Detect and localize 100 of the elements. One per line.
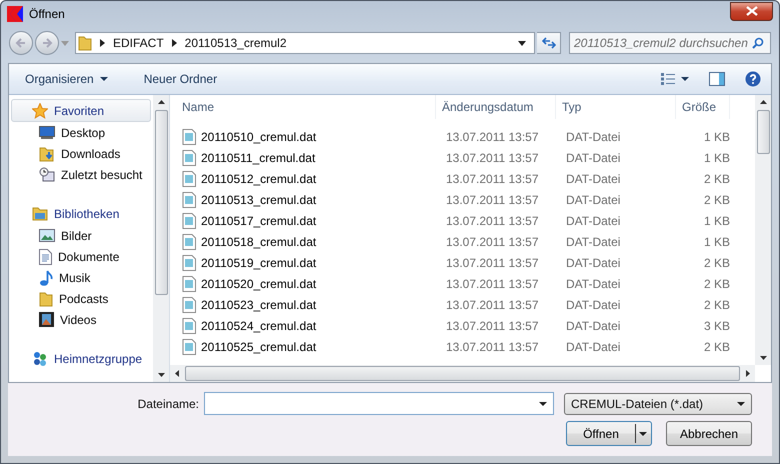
- window-title: Öffnen: [29, 7, 65, 21]
- table-cell-text: DAT-Datei: [565, 234, 622, 248]
- refresh-button[interactable]: [537, 32, 561, 54]
- scroll-arrow-icon[interactable]: [158, 99, 164, 106]
- file-name[interactable]: 20110512_cremul.dat: [201, 172, 316, 186]
- filename-field[interactable]: [204, 392, 554, 415]
- sidebar-item[interactable]: Dokumente: [9, 246, 153, 267]
- file-icon: [182, 338, 196, 354]
- table-cell-text: 13.07.2011 13:57: [445, 318, 540, 332]
- homegroup-icon: [32, 350, 48, 366]
- table-cell-text: 13.07.2011 13:57: [445, 214, 540, 228]
- sidebar-item[interactable]: Bibliotheken: [11, 202, 151, 225]
- filename-label: Dateiname:: [138, 396, 199, 410]
- close-button[interactable]: [730, 2, 773, 20]
- scrollbar-thumb[interactable]: [185, 366, 740, 381]
- sidebar-item[interactable]: Videos: [9, 309, 153, 330]
- file-name[interactable]: 20110518_cremul.dat: [201, 234, 316, 248]
- library-folder-icon: [32, 206, 48, 220]
- table-cell-text: 13.07.2011 13:57: [445, 276, 540, 290]
- scroll-arrow-icon[interactable]: [174, 370, 181, 377]
- breadcrumb[interactable]: EDIFACT: [113, 36, 164, 50]
- table-cell-text: 2 KB: [702, 340, 730, 354]
- file-name[interactable]: 20110523_cremul.dat: [201, 298, 316, 312]
- scroll-arrow-icon[interactable]: [744, 370, 751, 377]
- column-header[interactable]: Größe: [676, 95, 730, 119]
- file-name[interactable]: 20110513_cremul.dat: [201, 192, 316, 206]
- download-folder-icon: [39, 146, 55, 162]
- table-cell-text: 2 KB: [702, 256, 730, 270]
- column-header[interactable]: Änderungsdatum: [436, 95, 556, 119]
- table-cell-text: DAT-Datei: [565, 130, 622, 144]
- back-button[interactable]: [9, 31, 33, 55]
- file-icon: [182, 254, 196, 270]
- table-cell-text: DAT-Datei: [565, 192, 622, 206]
- table-cell-text: 1 KB: [702, 130, 730, 144]
- sidebar-item[interactable]: Favoriten: [11, 99, 151, 122]
- file-name[interactable]: 20110510_cremul.dat: [201, 130, 316, 144]
- forward-button[interactable]: [35, 31, 59, 55]
- caret-icon: [639, 432, 647, 436]
- new-folder-button[interactable]: Neuer Ordner: [136, 69, 226, 89]
- column-header[interactable]: Typ: [556, 95, 676, 119]
- file-icon: [182, 296, 196, 312]
- table-cell-text: DAT-Datei: [565, 214, 622, 228]
- scroll-arrow-icon[interactable]: [158, 371, 164, 378]
- file-name[interactable]: 20110524_cremul.dat: [201, 318, 316, 332]
- table-cell-text: 13.07.2011 13:57: [445, 172, 540, 186]
- help-icon[interactable]: [745, 71, 761, 87]
- organize-button[interactable]: Organisieren: [17, 69, 116, 89]
- table-cell-text: 13.07.2011 13:57: [445, 130, 540, 144]
- sidebar-item[interactable]: Desktop: [9, 122, 153, 143]
- table-cell-text: DAT-Datei: [565, 256, 622, 270]
- sidebar-item[interactable]: Podcasts: [9, 288, 153, 309]
- table-cell-text: DAT-Datei: [565, 340, 622, 354]
- scrollbar-thumb[interactable]: [154, 110, 168, 295]
- file-name[interactable]: 20110525_cremul.dat: [201, 340, 316, 354]
- scrollbar[interactable]: [755, 95, 771, 365]
- column-header[interactable]: Name: [170, 95, 436, 119]
- table-cell-text: 3 KB: [702, 318, 730, 332]
- table-cell-text: DAT-Datei: [565, 172, 622, 186]
- file-name[interactable]: 20110520_cremul.dat: [201, 276, 316, 290]
- scroll-arrow-icon[interactable]: [760, 354, 766, 361]
- file-name[interactable]: 20110511_cremul.dat: [201, 150, 316, 164]
- close-icon: [746, 6, 758, 16]
- filetype-dropdown[interactable]: CREMUL-Dateien (*.dat): [564, 392, 752, 414]
- table-cell-text: 1 KB: [702, 150, 730, 164]
- app-logo-icon: [7, 6, 23, 22]
- preview-pane-icon[interactable]: [709, 72, 725, 86]
- cancel-button[interactable]: Abbrechen: [666, 421, 752, 446]
- scrollbar[interactable]: [153, 95, 169, 382]
- dropdown-caret-icon[interactable]: [518, 40, 526, 46]
- address-bar[interactable]: EDIFACT 20110513_cremul2: [75, 32, 535, 54]
- sidebar-item[interactable]: Zuletzt besucht: [9, 164, 153, 185]
- view-caret-icon[interactable]: [681, 77, 689, 81]
- refresh-arrows-icon: [542, 37, 556, 49]
- file-icon: [182, 150, 196, 166]
- table-cell-text: DAT-Datei: [565, 150, 622, 164]
- scrollbar-thumb[interactable]: [756, 110, 770, 154]
- table-cell-text: 13.07.2011 13:57: [445, 298, 540, 312]
- view-list-icon[interactable]: [661, 73, 675, 85]
- sidebar-item[interactable]: Bilder: [9, 225, 153, 246]
- open-button[interactable]: Öffnen: [566, 421, 652, 446]
- file-name[interactable]: 20110519_cremul.dat: [201, 256, 316, 270]
- sidebar-item[interactable]: Downloads: [9, 143, 153, 164]
- search-field[interactable]: 20110513_cremul2 durchsuchen: [569, 32, 771, 54]
- scroll-arrow-icon[interactable]: [760, 99, 766, 106]
- sidebar-item[interactable]: Musik: [9, 267, 153, 288]
- document-icon: [39, 248, 52, 264]
- sidebar-item[interactable]: Heimnetzgruppe: [11, 347, 151, 370]
- table-cell-text: 13.07.2011 13:57: [445, 256, 540, 270]
- image-icon: [39, 229, 55, 242]
- file-name[interactable]: 20110517_cremul.dat: [201, 214, 316, 228]
- table-cell-text: 1 KB: [702, 214, 730, 228]
- desktop-icon: [39, 126, 55, 140]
- file-icon: [182, 276, 196, 292]
- chevron-icon[interactable]: [100, 39, 105, 47]
- table-cell-text: 13.07.2011 13:57: [445, 340, 540, 354]
- dropdown-caret-icon[interactable]: [539, 402, 547, 406]
- caret-icon: [737, 402, 745, 406]
- chevron-icon[interactable]: [172, 39, 177, 47]
- search-icon: [752, 37, 764, 49]
- breadcrumb[interactable]: 20110513_cremul2: [184, 36, 287, 50]
